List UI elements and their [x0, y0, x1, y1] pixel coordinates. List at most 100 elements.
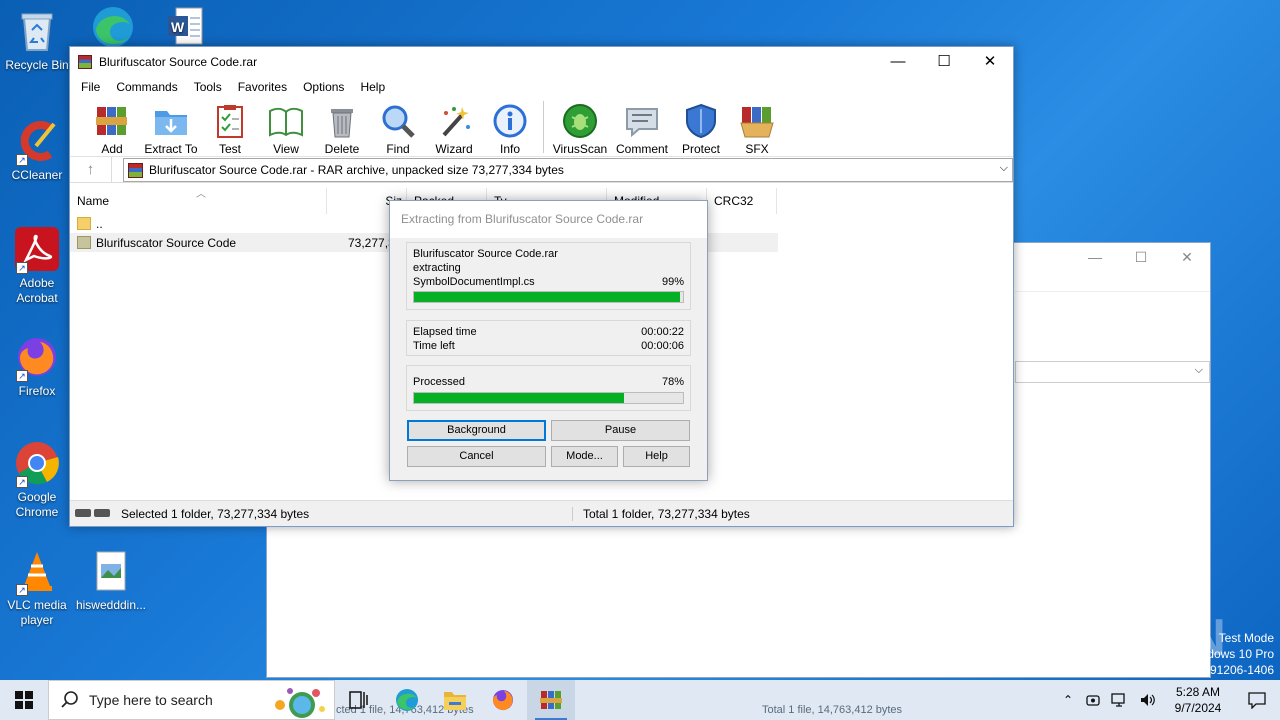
firefox-icon: ↗	[14, 334, 60, 382]
meet-now-icon[interactable]	[1085, 692, 1101, 708]
chevron-up-icon[interactable]: ⌃	[1056, 693, 1080, 707]
processed-label: Processed	[413, 376, 465, 388]
edge-icon	[90, 4, 136, 50]
cancel-button[interactable]: Cancel	[407, 446, 546, 467]
help-button[interactable]: Help	[623, 446, 690, 467]
find-button[interactable]: Find	[370, 97, 426, 156]
acrobat-icon: ↗	[14, 226, 60, 274]
folder-icon	[444, 692, 466, 710]
shortcut-arrow-icon: ↗	[16, 476, 28, 488]
close-icon[interactable]: ✕	[1164, 243, 1210, 273]
title-bar[interactable]: Blurifuscator Source Code.rar — ☐ ✕	[70, 47, 1013, 77]
sfx-button[interactable]: SFX	[729, 97, 785, 156]
desktop-icon-google-chrome[interactable]: ↗ Google Chrome	[0, 440, 74, 520]
notification-center-button[interactable]	[1234, 691, 1280, 709]
maximize-button[interactable]: ☐	[921, 47, 967, 77]
up-arrow-icon[interactable]: ↑	[70, 156, 112, 183]
desktop-icon-firefox[interactable]: ↗ Firefox	[0, 334, 74, 399]
wizard-button[interactable]: Wizard	[426, 97, 482, 156]
info-button[interactable]: Info	[482, 97, 538, 156]
start-button[interactable]	[0, 680, 48, 720]
taskbar-clock[interactable]: 5:28 AM 9/7/2024	[1162, 684, 1234, 716]
menu-commands[interactable]: Commands	[108, 77, 185, 97]
folder-icon	[77, 217, 91, 230]
path-text: Blurifuscator Source Code.rar - RAR arch…	[149, 163, 564, 177]
menu-tools[interactable]: Tools	[186, 77, 230, 97]
taskbar-search-box[interactable]: Type here to search	[48, 680, 335, 720]
column-header-crc32[interactable]: CRC32	[707, 188, 777, 214]
time-left-line: Time left 00:00:06	[413, 340, 684, 353]
add-button[interactable]: Add	[84, 97, 140, 156]
volume-icon[interactable]	[1139, 692, 1157, 708]
task-view-button[interactable]	[335, 680, 383, 720]
wizard-icon	[436, 103, 472, 139]
test-mode-text: Test Mode dows 10 Pro 191206-1406	[1203, 630, 1274, 678]
desktop-icon-image-file[interactable]: hiswedddin...	[74, 548, 148, 613]
drive-icon[interactable]	[75, 508, 111, 519]
view-icon	[268, 103, 304, 139]
test-mode-line: 191206-1406	[1203, 663, 1274, 677]
network-icon[interactable]	[1111, 692, 1129, 708]
view-button[interactable]: View	[258, 97, 314, 156]
winrar-app-icon	[78, 55, 92, 69]
sfx-label: SFX	[745, 142, 769, 156]
taskbar-edge[interactable]	[383, 680, 431, 720]
background-address-bar[interactable]: ⌵	[1015, 361, 1210, 383]
ccleaner-icon: ↗	[14, 118, 60, 166]
pause-button[interactable]: Pause	[551, 420, 690, 441]
close-button[interactable]: ✕	[967, 47, 1013, 77]
maximize-icon[interactable]: ☐	[1118, 243, 1164, 273]
protect-button[interactable]: Protect	[673, 97, 729, 156]
time-group: Elapsed time 00:00:22 Time left 00:00:06	[406, 320, 691, 356]
archive-name: Blurifuscator Source Code.rar	[413, 248, 558, 260]
menu-options[interactable]: Options	[295, 77, 352, 97]
dialog-title: Extracting from Blurifuscator Source Cod…	[390, 201, 707, 238]
chevron-down-icon[interactable]: ⌵	[1195, 364, 1203, 377]
desktop-icon-label: Firefox	[18, 384, 56, 398]
wizard-label: Wizard	[435, 142, 473, 156]
chrome-icon: ↗	[14, 440, 60, 488]
desktop-icon-label: CCleaner	[11, 168, 63, 182]
taskbar: cted 1 file, 14,763,412 bytes Total 1 fi…	[0, 680, 1280, 720]
virusscan-button[interactable]: VirusScan	[549, 97, 611, 156]
comment-button[interactable]: Comment	[611, 97, 673, 156]
file-progress-group: Blurifuscator Source Code.rar extracting…	[406, 242, 691, 310]
desktop-icon-label: Google Chrome	[15, 490, 59, 519]
desktop-icon-ccleaner[interactable]: ↗ CCleaner	[0, 118, 74, 183]
test-button[interactable]: Test	[202, 97, 258, 156]
window-title: Blurifuscator Source Code.rar	[99, 55, 258, 69]
elapsed-value: 00:00:22	[641, 326, 684, 338]
desktop-icon-vlc[interactable]: ↗ VLC media player	[0, 548, 74, 628]
menu-help[interactable]: Help	[352, 77, 393, 97]
current-file: SymbolDocumentImpl.cs	[413, 276, 535, 288]
elapsed-line: Elapsed time 00:00:22	[413, 326, 684, 339]
desktop-icon-recycle-bin[interactable]: Recycle Bin	[0, 8, 74, 73]
test-label: Test	[218, 142, 241, 156]
extract-to-button[interactable]: Extract To	[140, 97, 202, 156]
minimize-icon[interactable]: —	[1072, 243, 1118, 273]
minimize-button[interactable]: —	[875, 47, 921, 77]
taskbar-firefox[interactable]	[479, 680, 527, 720]
shortcut-arrow-icon: ↗	[16, 154, 28, 166]
file-percent: 99%	[661, 276, 684, 288]
clock-time: 5:28 AM	[1175, 685, 1221, 699]
mode-button[interactable]: Mode...	[551, 446, 618, 467]
processed-progress-fill	[414, 393, 624, 403]
firefox-icon	[493, 690, 513, 711]
info-icon	[492, 103, 528, 139]
menu-file[interactable]: File	[73, 77, 108, 97]
taskbar-winrar[interactable]	[527, 680, 575, 720]
toolbar-divider	[543, 101, 544, 153]
taskbar-file-explorer[interactable]	[431, 680, 479, 720]
delete-button[interactable]: Delete	[314, 97, 370, 156]
extract-progress-dialog[interactable]: Extracting from Blurifuscator Source Cod…	[389, 200, 708, 481]
chevron-down-icon[interactable]: ⌵	[1000, 162, 1008, 175]
find-icon	[380, 103, 416, 139]
desktop-icon-label: hiswedddin...	[75, 598, 147, 612]
path-field[interactable]: Blurifuscator Source Code.rar - RAR arch…	[123, 158, 1013, 182]
divider	[1015, 291, 1210, 292]
background-button[interactable]: Background	[407, 420, 546, 441]
desktop-icon-adobe-acrobat[interactable]: ↗ Adobe Acrobat	[0, 226, 74, 306]
menu-favorites[interactable]: Favorites	[230, 77, 295, 97]
menu-bar: File Commands Tools Favorites Options He…	[70, 77, 1013, 97]
